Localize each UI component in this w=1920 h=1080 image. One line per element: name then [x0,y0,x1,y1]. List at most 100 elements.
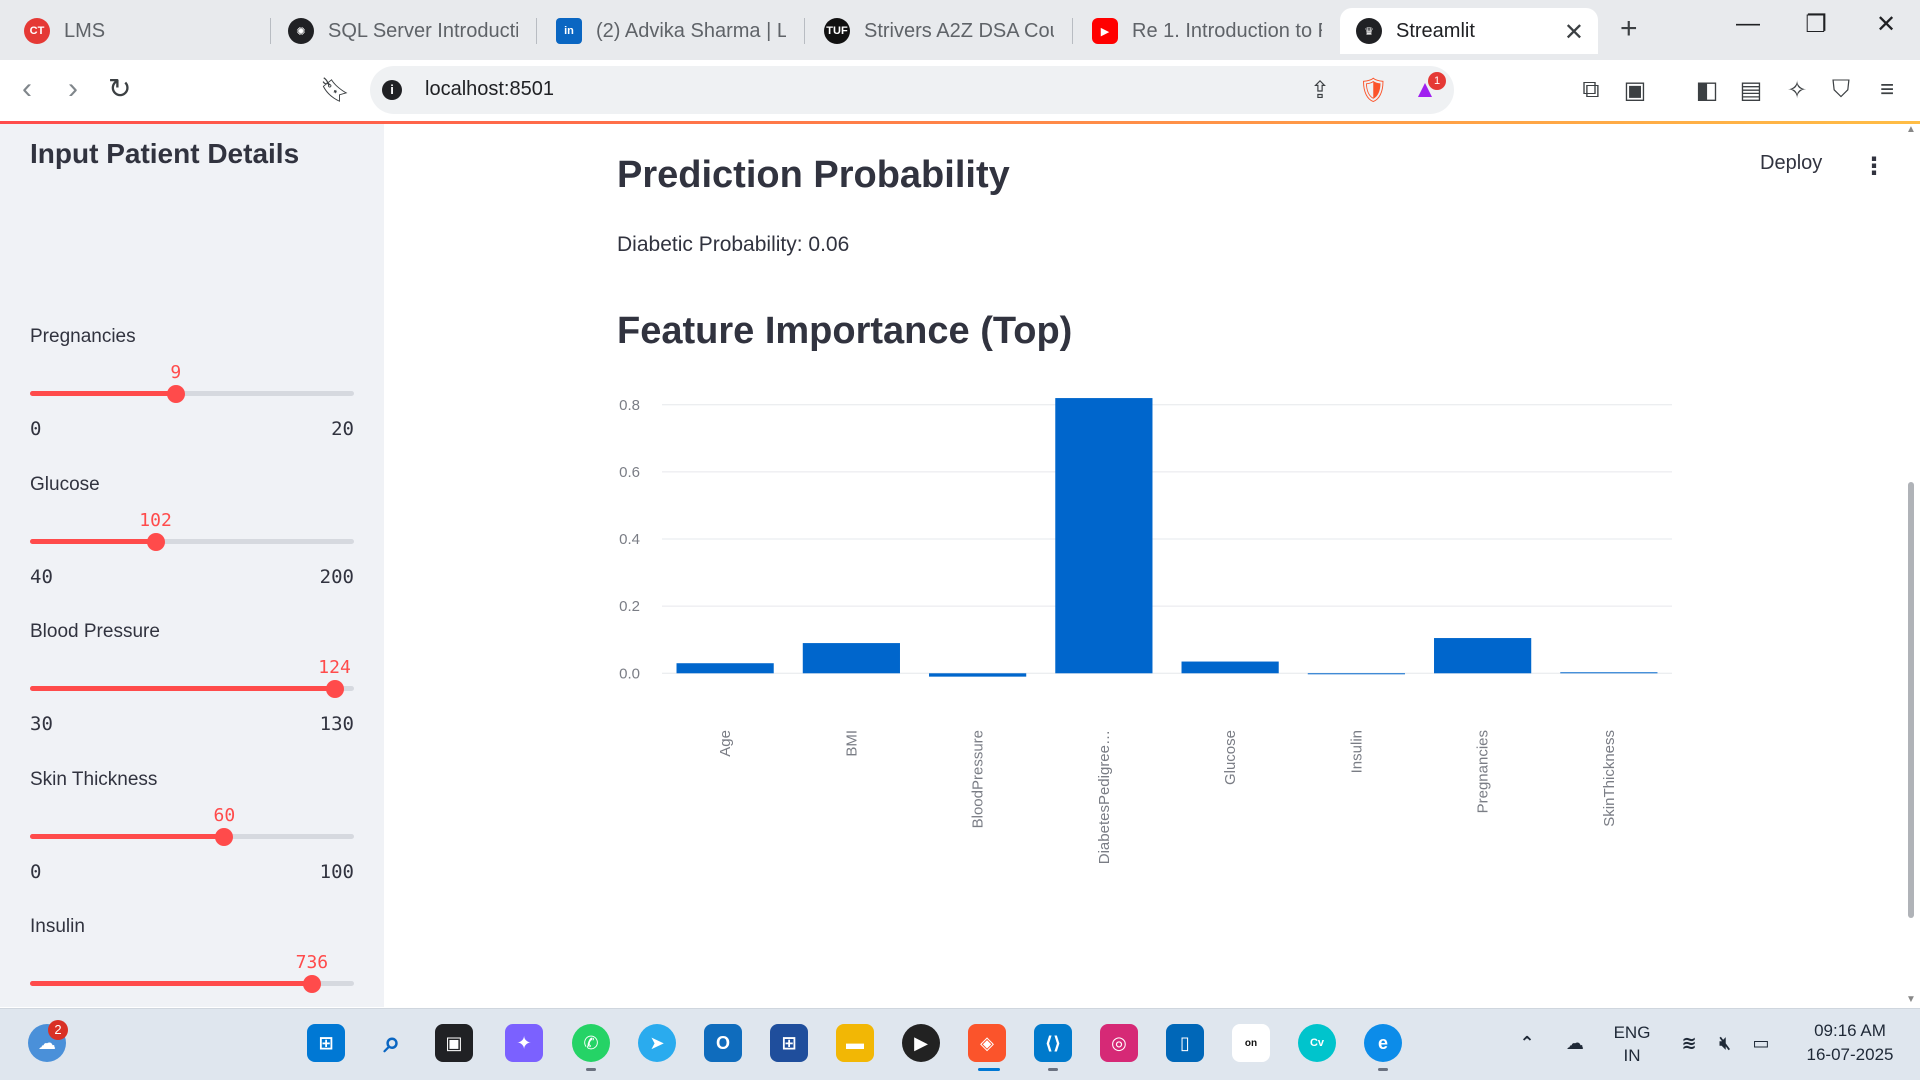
search-icon[interactable]: ⌕ [373,1024,411,1062]
start-icon[interactable]: ⊞ [307,1024,345,1062]
outlook-icon[interactable]: O [704,1024,742,1062]
tab-title: Streamlit [1396,19,1475,42]
active-indicator [978,1068,1000,1071]
slider-label: Pregnancies [30,326,136,347]
more-options-icon[interactable]: ⋮ [1862,152,1886,181]
brave-browser-icon[interactable]: ◈ [968,1024,1006,1062]
leo-ai-icon[interactable]: ✧ [1782,76,1812,105]
whatsapp-icon[interactable]: ✆ [572,1024,610,1062]
slider-max: 20 [331,418,354,440]
instagram-icon[interactable]: ◎ [1100,1024,1138,1062]
bar [802,643,900,674]
clock-time[interactable]: 09:16 AM [1790,1021,1910,1041]
bookmark-icon[interactable]: 🔖︎ [320,76,350,105]
youtube-icon: ▶ [1092,18,1118,44]
y-tick-label: 0.4 [619,531,640,548]
media-player-icon[interactable]: ▶ [902,1024,940,1062]
tab-linkedin[interactable]: in (2) Advika Sharma | Link [540,8,802,54]
slider-max: 130 [319,713,354,735]
site-info-icon[interactable]: i [382,80,402,100]
wifi-icon[interactable]: ≋ [1670,1024,1708,1062]
prediction-heading: Prediction Probability [617,154,1010,196]
tab-youtube[interactable]: ▶ Re 1. Introduction to Re [1076,8,1338,54]
slider-pregnancies: Pregnancies 9 0 20 [30,326,354,466]
reload-button[interactable]: ↻ [108,72,131,105]
share-icon[interactable]: ⇪ [1305,76,1335,105]
battery-icon[interactable]: ▭ [1742,1024,1780,1062]
slider-label: Insulin [30,916,85,937]
tab-strivers[interactable]: TUF Strivers A2Z DSA Course [808,8,1070,54]
scrollbar-thumb[interactable] [1908,482,1914,918]
forward-button[interactable]: › [68,72,78,106]
tab-separator [804,18,805,44]
close-tab-icon[interactable]: ✕ [1564,18,1584,47]
feature-importance-heading: Feature Importance (Top) [617,310,1073,352]
edge-icon[interactable]: e [1364,1024,1402,1062]
sidebar-title: Input Patient Details [30,138,300,169]
copilot-icon[interactable]: ✦ [505,1024,543,1062]
canva-icon[interactable]: Cv [1298,1024,1336,1062]
tab-title: LMS [64,19,106,42]
chevron-up-icon[interactable]: ⌃ [1508,1024,1546,1062]
x-tick-label: BMI [843,730,860,757]
volume-muted-icon[interactable]: 🔇︎ [1706,1024,1744,1062]
running-indicator [1378,1068,1388,1071]
brave-shield-icon[interactable]: 🛡︎ [1358,76,1388,105]
rewards-badge: 1 [1428,72,1446,90]
microsoft-store-icon[interactable]: ⊞ [770,1024,808,1062]
scroll-down-arrow[interactable]: ▼ [1906,994,1916,1005]
bar [1434,638,1532,674]
menu-icon[interactable]: ≡ [1872,76,1902,104]
whiteboard-icon[interactable]: ▯ [1166,1024,1204,1062]
x-tick-label: SkinThickness [1601,730,1618,827]
task-view-icon[interactable]: ▣ [435,1024,473,1062]
sidebar-toggle-icon[interactable]: ◧ [1692,76,1722,105]
slider-thumb[interactable] [325,680,344,698]
x-tick-label: BloodPressure [970,730,987,828]
wallet-icon[interactable]: ▤ [1736,76,1766,105]
bar [1307,673,1405,675]
ondesk-icon[interactable]: on [1232,1024,1270,1062]
back-button[interactable]: ‹ [22,72,32,106]
bar [929,673,1027,677]
running-indicator [1048,1068,1058,1071]
weather-badge: 2 [48,1020,68,1040]
slider-thumb[interactable] [302,975,321,993]
tab-sql-server[interactable]: ✺ SQL Server Introduction [272,8,534,54]
slider-value: 102 [139,510,172,531]
file-explorer-icon[interactable]: ▬ [836,1024,874,1062]
vscode-icon[interactable]: ⟨⟩ [1034,1024,1072,1062]
language-top[interactable]: ENG [1604,1023,1660,1043]
scroll-up-arrow[interactable]: ▲ [1906,124,1916,135]
y-tick-label: 0.0 [619,665,640,682]
slider-label: Blood Pressure [30,621,160,642]
close-window-button[interactable]: ✕ [1866,10,1906,39]
restore-button[interactable]: ❐ [1796,10,1836,39]
x-tick-label: Age [717,730,734,757]
telegram-icon[interactable]: ➤ [638,1024,676,1062]
slider-value: 736 [295,952,329,973]
slider-thumb[interactable] [215,828,234,846]
clock-date[interactable]: 16-07-2025 [1790,1045,1910,1065]
slider-thumb[interactable] [146,533,165,551]
language-bottom[interactable]: IN [1604,1046,1660,1066]
new-tab-button[interactable]: + [1620,12,1638,46]
url-text[interactable]: localhost:8501 [425,78,554,101]
vpn-icon[interactable]: ⛉ [1826,76,1856,104]
linkedin-icon: in [556,18,582,44]
slider-label: Skin Thickness [30,769,158,790]
minimize-button[interactable]: — [1728,10,1768,38]
tab-streamlit[interactable]: ♛ Streamlit ✕ [1340,8,1598,54]
ct-logo-icon: CT [24,18,50,44]
streamlit-icon: ♛ [1356,18,1382,44]
onedrive-icon[interactable]: ☁ [1556,1024,1594,1062]
slider-min: 0 [30,861,42,883]
screenshot-icon[interactable]: ▣ [1620,76,1650,105]
tab-lms[interactable]: CT LMS [8,8,268,54]
slider-thumb[interactable] [166,385,185,403]
slider-value: 9 [170,362,182,383]
bar [1560,672,1658,674]
extensions-icon[interactable]: ⧉ [1576,76,1606,104]
x-tick-label: DiabetesPedigree… [1096,730,1113,864]
deploy-button[interactable]: Deploy [1760,152,1822,175]
